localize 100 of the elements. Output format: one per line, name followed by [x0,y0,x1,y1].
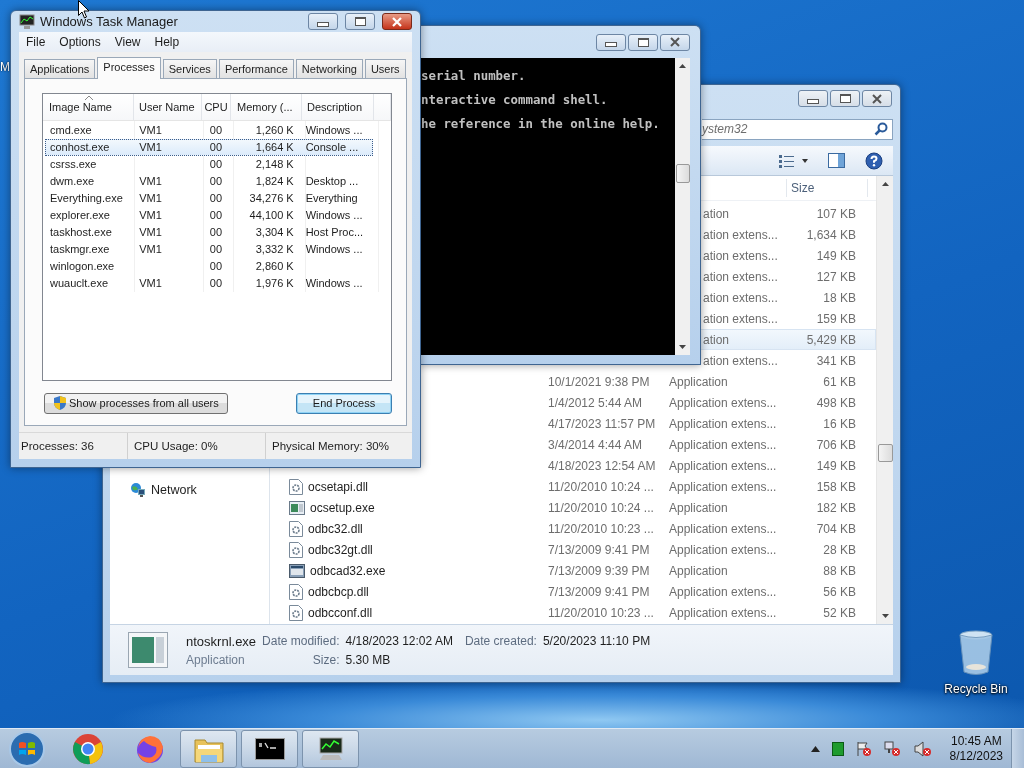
table-cell-text: 11/20/2010 10:23 ... [548,605,655,620]
minimize-button[interactable] [308,13,338,30]
table-row[interactable]: taskmgr.exe VM1 00 3,332 K Windows ... [45,241,373,258]
scroll-up-icon[interactable] [679,64,686,68]
table-row[interactable]: dwm.exe VM1 00 1,824 K Desktop ... [45,173,373,190]
table-cell-text: 704 KB [815,521,856,536]
scrollbar[interactable] [876,176,893,624]
file-name[interactable]: odbcbcp.dll [308,584,369,599]
table-row[interactable]: wuauclt.exe VM1 00 1,976 K Windows ... [45,275,373,292]
tab[interactable]: Performance [218,59,294,78]
up-arrow-icon[interactable] [810,745,820,752]
scroll-down-icon[interactable] [679,345,686,349]
clock-date[interactable]: 8/12/2023 [949,748,1003,764]
scroll-up-icon[interactable] [881,182,889,186]
gear-file-icon [289,478,303,495]
table-cell-text: 159 KB [815,311,856,326]
detail-value: 4/18/2023 12:02 AM [345,633,453,649]
column-header[interactable]: User Name [134,94,202,120]
column-header[interactable]: Image Name [43,94,134,120]
file-name[interactable]: ocsetapi.dll [308,479,369,494]
scroll-thumb[interactable] [675,164,690,183]
table-cell-text: 7/13/2009 9:41 PM [548,584,651,599]
recycle-bin-icon[interactable] [958,630,994,676]
table-row[interactable]: winlogon.exe 00 2,860 K [45,258,373,275]
column-header[interactable]: Memory (... [231,94,302,120]
table-cell-text: Application [669,500,729,515]
column-header[interactable]: CPU [202,94,231,120]
menu-item[interactable]: View [114,35,141,49]
desktop-icon-label[interactable]: Recycle Bin [944,682,1008,696]
view-options-icon[interactable] [778,153,808,168]
maximize-button[interactable] [628,33,658,51]
maximize-button[interactable] [830,90,860,107]
table-row[interactable]: Everything.exe VM1 00 34,276 K Everything [45,190,373,207]
table-row[interactable]: taskhost.exe VM1 00 3,304 K Host Proc... [45,224,373,241]
browser-icon[interactable] [72,732,104,765]
file-name[interactable]: odbcad32.exe [310,563,386,578]
table-cell-text: ation extens... [702,353,779,368]
table-row[interactable]: cmd.exe VM1 00 1,260 K Windows ... [45,122,373,139]
database-tool-icon [289,562,305,579]
console-taskbar-button[interactable] [241,729,298,768]
table-cell-text: Application extens... [669,605,778,620]
task-manager-taskbar-button[interactable] [302,729,359,768]
table-cell-text: 61 KB [822,374,856,389]
close-button[interactable] [862,90,892,107]
tab[interactable]: Processes [97,57,161,79]
tab[interactable]: Applications [24,59,96,78]
clock-time[interactable]: 10:45 AM [950,733,1002,749]
table-cell-text: 11/20/2010 10:24 ... [548,479,655,494]
menu-item[interactable]: Options [59,35,101,49]
table-cell-text: 149 KB [815,458,856,473]
table-cell-text: ation extens... [702,269,779,284]
scroll-down-icon[interactable] [881,614,889,618]
start-button[interactable] [8,729,46,768]
file-name[interactable]: ocsetup.exe [310,500,375,515]
table-cell-text: ation [702,332,731,347]
minimize-button[interactable] [596,33,626,51]
selected-row[interactable]: conhost.exe VM1 00 1,664 K Console ... [45,139,373,156]
close-button[interactable] [660,33,690,51]
network-error-icon[interactable] [883,740,902,757]
table-row[interactable]: explorer.exe VM1 00 44,100 K Windows ... [45,207,373,224]
console-line: he reference in the online help. [420,115,661,133]
maximize-button[interactable] [345,13,375,30]
show-all-button[interactable]: Show processes from all users [44,392,228,414]
table-cell-text: Application extens... [669,416,778,431]
speaker-muted-icon[interactable] [913,740,932,757]
minimize-button[interactable] [798,90,828,107]
column-header[interactable]: Description [302,94,374,120]
detail-label: Size: [311,652,340,667]
search-field[interactable]: ystem32 [702,118,893,140]
column-header[interactable]: Size [786,179,868,197]
table-row[interactable]: csrss.exe 00 2,148 K [45,156,373,173]
scroll-thumb[interactable] [877,444,893,462]
help-icon[interactable] [865,151,883,170]
table-cell-text: 7/13/2009 9:39 PM [548,563,651,578]
gear-file-icon [289,541,303,558]
table-cell-text: Application extens... [669,479,778,494]
table-cell-text: ation extens... [702,311,779,326]
monitor-chart-icon [316,735,345,762]
nav-item[interactable]: Network [110,480,269,500]
menu-item[interactable]: File [26,35,46,49]
flag-error-icon[interactable] [855,740,872,757]
file-name: ntoskrnl.exe [186,633,257,649]
scrollbar[interactable] [675,58,690,355]
square-tray-icon[interactable] [831,741,844,756]
file-name[interactable]: odbcconf.dll [308,605,373,620]
network-icon [130,482,146,498]
tab[interactable]: Services [162,59,217,78]
tab[interactable]: Users [364,59,406,78]
table-cell-text: 16 KB [822,416,856,431]
table-cell-text: Application extens... [669,521,778,536]
console-icon [254,737,285,760]
end-process-button[interactable]: End Process [296,392,392,414]
table-cell-text: 11/20/2010 10:24 ... [548,500,655,515]
preview-pane-icon[interactable] [828,153,845,168]
file-name[interactable]: odbc32.dll [308,521,363,536]
file-name[interactable]: odbc32gt.dll [308,542,373,557]
window-app-icon [289,499,305,516]
menu-item[interactable]: Help [154,35,180,49]
tab[interactable]: Networking [295,59,363,78]
close-button[interactable] [382,13,412,30]
